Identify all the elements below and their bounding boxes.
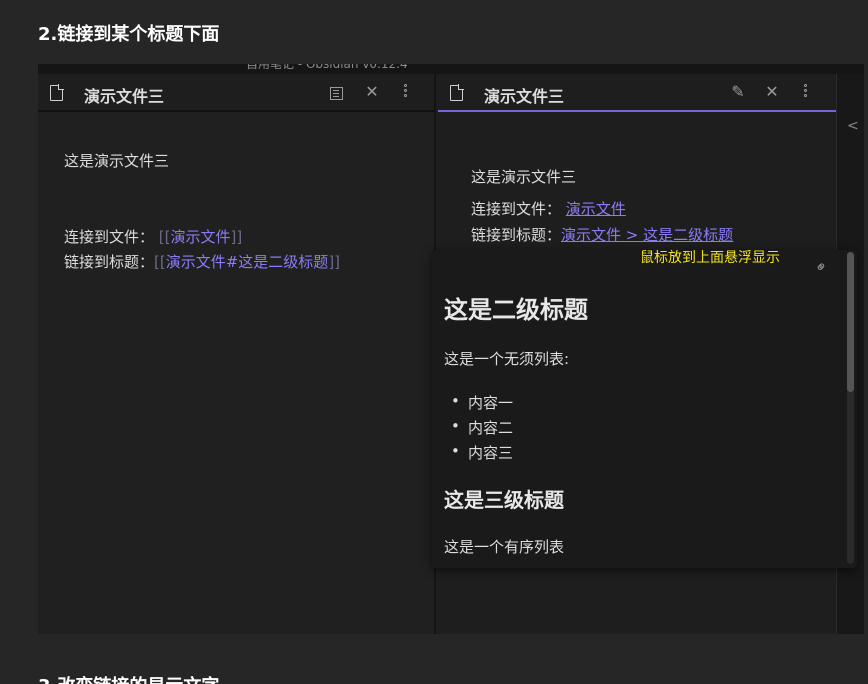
close-icon[interactable]: ✕: [362, 82, 382, 101]
file-icon: [50, 84, 64, 101]
wikilink-source[interactable]: 演示文件: [171, 228, 231, 246]
window-title: 自用笔记 - Obsidian v0.12.4: [246, 64, 408, 71]
preview-heading-h3: 这是三级标题: [444, 488, 564, 512]
wikilink-heading-source[interactable]: 演示文件#这是二级标题: [166, 253, 329, 271]
section-heading: 2.链接到某个标题下面: [38, 24, 220, 45]
link-heading-label: 链接到标题：: [64, 253, 155, 271]
chevron-left-icon[interactable]: <: [847, 118, 859, 134]
link-heading-label: 链接到标题：: [471, 226, 562, 244]
bracket-open: [[: [154, 253, 166, 271]
link-file-line: 连接到文件： [[演示文件]]: [64, 226, 242, 247]
file-icon: [450, 84, 464, 101]
tab-title-right[interactable]: 演示文件三: [484, 83, 564, 107]
internal-link-heading[interactable]: 演示文件 > 这是二级标题: [561, 226, 733, 244]
list-item: 内容三: [451, 442, 513, 463]
pane-header-right: 演示文件三 ✎ ✕: [438, 74, 836, 112]
internal-link-file[interactable]: 演示文件: [566, 200, 626, 218]
bracket-close: ]]: [230, 228, 243, 246]
pane-header-left: 演示文件三 ✕: [38, 74, 434, 112]
next-section-heading: 3.改变链接的显示文字: [38, 672, 219, 684]
preview-paragraph: 这是一个无须列表:: [444, 350, 570, 368]
preview-heading-h2: 这是二级标题: [444, 296, 588, 324]
bracket-close: ]]: [328, 253, 341, 271]
reading-view-icon[interactable]: [330, 87, 343, 100]
pencil-icon[interactable]: ✎: [728, 82, 748, 101]
hover-preview-popup[interactable]: 这是二级标题 这是一个无须列表: 内容一 内容二 内容三 这是三级标题 这是一个…: [432, 250, 857, 568]
more-options-icon[interactable]: [404, 84, 408, 99]
content-line: 这是演示文件三: [471, 168, 577, 186]
link-heading-line: 链接到标题：演示文件 > 这是二级标题: [471, 224, 733, 245]
link-file-line: 连接到文件： 演示文件: [471, 198, 626, 219]
link-file-label: 连接到文件：: [64, 228, 155, 246]
preview-paragraph: 这是一个有序列表: [444, 538, 565, 556]
popup-scrollbar[interactable]: [847, 252, 854, 564]
content-line: 这是演示文件三: [64, 152, 170, 170]
more-options-icon[interactable]: [804, 84, 808, 99]
tab-title-left[interactable]: 演示文件三: [84, 83, 164, 107]
popup-scrollbar-thumb[interactable]: [847, 252, 854, 392]
editor-pane-source: 演示文件三 ✕ 这是演示文件三 连接到文件： [[演示文件]] 链接到标题：[[…: [38, 74, 436, 634]
link-heading-line: 链接到标题：[[演示文件#这是二级标题]]: [64, 251, 340, 272]
list-item: 内容二: [451, 417, 513, 438]
annotation-text: 鼠标放到上面悬浮显示: [640, 250, 780, 266]
window-titlebar: 自用笔记 - Obsidian v0.12.4: [38, 64, 864, 74]
link-file-label: 连接到文件：: [471, 200, 562, 218]
bracket-open: [[: [158, 228, 171, 246]
close-icon[interactable]: ✕: [762, 82, 782, 101]
list-item: 内容一: [451, 392, 513, 413]
